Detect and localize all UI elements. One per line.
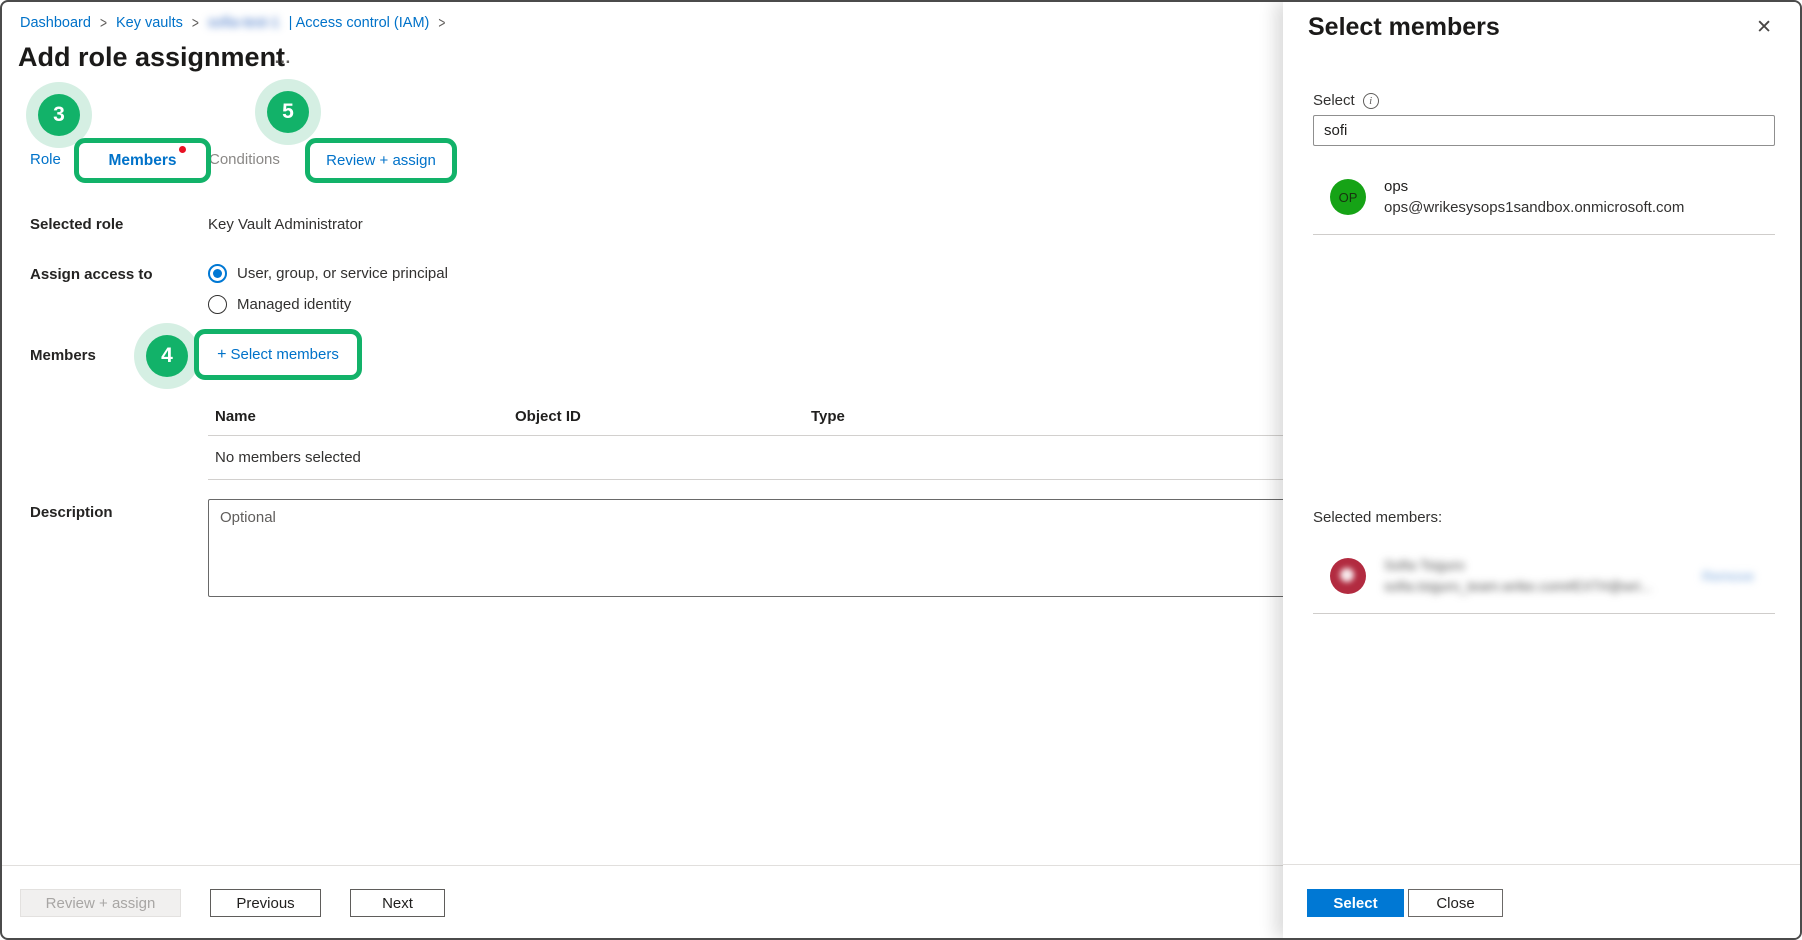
selected-member-name-blurred: Sofia Tsiguro (1384, 555, 1652, 576)
assign-access-label: Assign access to (30, 266, 153, 283)
radio-unselected-icon (208, 295, 227, 314)
close-icon[interactable]: ✕ (1756, 18, 1772, 37)
annotation-step-3-number: 3 (38, 94, 80, 136)
member-search-input[interactable] (1313, 115, 1775, 146)
annotation-step-4-number: 4 (146, 335, 188, 377)
review-assign-button[interactable]: Review + assign (20, 889, 181, 917)
annotation-highlight-review-tab: Review + assign (305, 138, 457, 183)
plus-icon: + (217, 346, 226, 363)
search-result-ops[interactable]: OP ops ops@wrikesysops1sandbox.onmicroso… (1330, 176, 1684, 218)
radio-selected-icon (208, 264, 227, 283)
breadcrumb-dashboard[interactable]: Dashboard (20, 15, 91, 31)
chevron-right-icon: > (100, 14, 107, 32)
selected-member-email-blurred: sofia.tsiguro_team.wrike.com#EXT#@wri... (1384, 576, 1652, 597)
radio-managed-identity[interactable]: Managed identity (208, 295, 351, 314)
annotation-highlight-members-tab: Members (74, 138, 211, 183)
avatar (1330, 558, 1366, 594)
page-title: Add role assignment (18, 42, 285, 73)
chevron-right-icon: > (438, 14, 445, 32)
tab-review-assign[interactable]: Review + assign (326, 152, 436, 169)
selected-role-value: Key Vault Administrator (208, 216, 363, 233)
column-header-name: Name (215, 408, 515, 425)
radio-user-group-service-principal[interactable]: User, group, or service principal (208, 264, 448, 283)
annotation-highlight-select-members: +Select members (194, 329, 362, 380)
select-members-button[interactable]: +Select members (217, 346, 339, 364)
annotation-step-4: 4 (134, 323, 200, 389)
breadcrumb-key-vaults[interactable]: Key vaults (116, 15, 183, 31)
select-button[interactable]: Select (1307, 889, 1404, 917)
select-field-label: Select (1313, 92, 1355, 109)
next-button[interactable]: Next (350, 889, 445, 917)
annotation-step-5: 5 (255, 79, 321, 145)
divider (1313, 613, 1775, 614)
annotation-step-5-number: 5 (267, 91, 309, 133)
result-name: ops (1384, 176, 1684, 197)
unsaved-changes-dot (179, 146, 186, 153)
close-button[interactable]: Close (1408, 889, 1503, 917)
chevron-right-icon: > (192, 14, 199, 32)
footer-divider (2, 865, 1283, 866)
members-label: Members (30, 347, 96, 364)
column-header-object-id: Object ID (515, 408, 811, 425)
add-role-assignment-screen: Dashboard > Key vaults > sofia-test-1 | … (0, 0, 1802, 940)
selected-members-label: Selected members: (1313, 509, 1442, 526)
breadcrumb-access-control[interactable]: | Access control (IAM) (289, 15, 430, 31)
tab-members-label: Members (108, 152, 176, 169)
panel-select-label: Select i (1313, 92, 1379, 109)
more-actions-icon[interactable]: … (274, 48, 292, 68)
previous-button[interactable]: Previous (210, 889, 321, 917)
info-icon[interactable]: i (1363, 93, 1379, 109)
divider (1313, 234, 1775, 235)
description-label: Description (30, 504, 113, 521)
breadcrumb-vault-name-blurred[interactable]: sofia-test-1 (208, 15, 280, 31)
select-members-panel: Select members ✕ Select i OP ops ops@wri… (1283, 2, 1802, 938)
selected-role-label: Selected role (30, 216, 123, 233)
panel-title: Select members (1308, 13, 1500, 42)
tab-role[interactable]: Role (30, 151, 61, 168)
avatar: OP (1330, 179, 1366, 215)
select-members-button-label: Select members (230, 346, 338, 363)
selected-member-row: Sofia Tsiguro sofia.tsiguro_team.wrike.c… (1330, 555, 1754, 597)
panel-footer-divider (1283, 864, 1802, 865)
tab-conditions[interactable]: Conditions (209, 151, 280, 168)
tab-members[interactable]: Members (108, 152, 176, 170)
radio-managed-label: Managed identity (237, 296, 351, 313)
remove-member-link[interactable]: Remove (1702, 568, 1754, 584)
radio-user-label: User, group, or service principal (237, 265, 448, 282)
result-email: ops@wrikesysops1sandbox.onmicrosoft.com (1384, 197, 1684, 218)
breadcrumb: Dashboard > Key vaults > sofia-test-1 | … (20, 15, 445, 31)
